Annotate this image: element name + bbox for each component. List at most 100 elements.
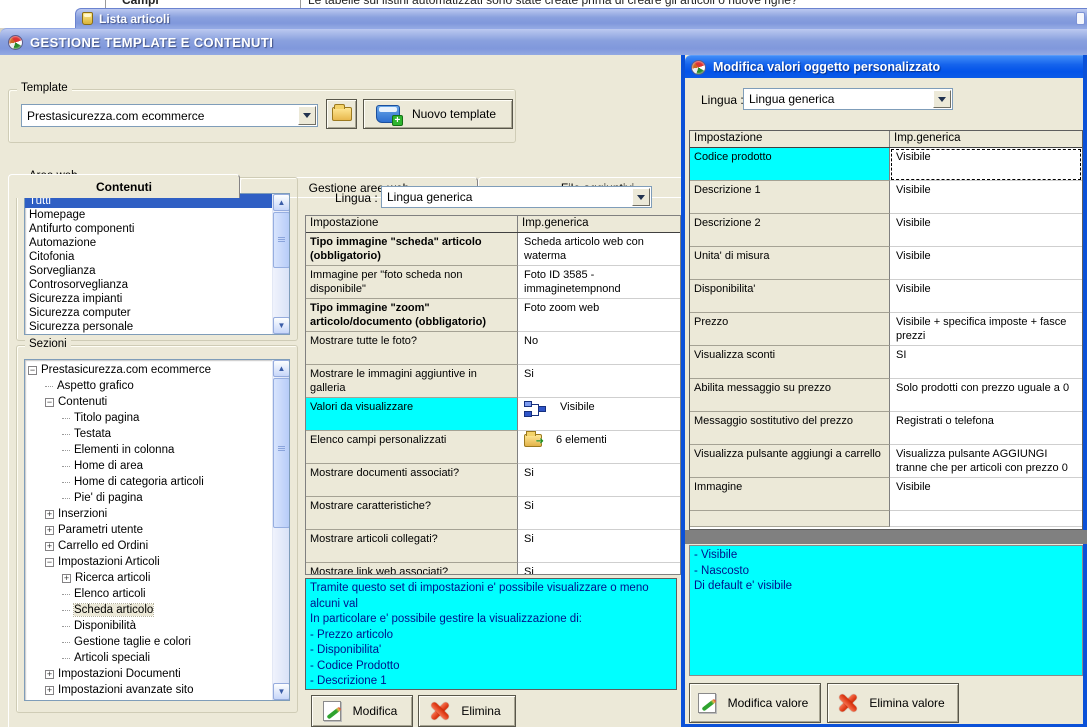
grid-row[interactable]: Mostrare articoli collegati? Si [306, 530, 680, 563]
sezioni-tree-items: − Prestasicurezza.com ecommerce Aspetto gr… [25, 360, 272, 700]
tab-contenuti[interactable]: Contenuti [8, 174, 240, 198]
tree-item[interactable]: + Impostazioni avanzate sito [28, 682, 272, 698]
grid-row[interactable]: Prezzo Visibile + specifica imposte + fas… [690, 313, 1082, 346]
modifica-button[interactable]: Modifica [311, 695, 413, 727]
list-item[interactable]: Automazione [25, 236, 272, 250]
tree-item[interactable]: + Carrello ed Ordini [28, 538, 272, 554]
scroll-up-icon[interactable]: ▲ [273, 360, 289, 377]
grid-row[interactable]: Mostrare documenti associati? Si [306, 464, 680, 497]
lingua-combo[interactable]: Lingua generica [381, 186, 652, 208]
tree-item[interactable]: + Impostazioni Documenti [28, 666, 272, 682]
grid-row[interactable]: Tipo immagine "scheda" articolo (obbliga… [306, 233, 680, 266]
grid-row[interactable]: Tipo immagine "zoom" articolo/documento … [306, 299, 680, 332]
list-item[interactable]: Controsorveglianza [25, 278, 272, 292]
grid-row[interactable] [690, 511, 1082, 527]
tree-connector [62, 497, 70, 499]
expand-plus-icon[interactable]: + [45, 669, 54, 679]
scroll-down-icon[interactable]: ▼ [273, 683, 289, 700]
grid-row[interactable]: Visualizza sconti SI [690, 346, 1082, 379]
grid-cell-value: Visibile + specifica imposte + fasce pre… [890, 313, 1082, 346]
list-item[interactable]: Sicurezza computer [25, 306, 272, 320]
grid-row[interactable]: Visualizza pulsante aggiungi a carrello V… [690, 445, 1082, 478]
lingua-combo-arrow-icon[interactable] [632, 188, 650, 206]
grid-row[interactable]: Descrizione 2 Visibile [690, 214, 1082, 247]
tree-item[interactable]: + Inserzioni [28, 506, 272, 522]
collapse-minus-icon[interactable]: − [45, 397, 54, 407]
template-combo-arrow-icon[interactable] [298, 106, 316, 125]
grid-row[interactable]: Valori da visualizzare Visibile [306, 398, 680, 431]
tree-item[interactable]: Home di categoria articoli [28, 474, 272, 490]
dialog-lingua-combo[interactable]: Lingua generica [743, 88, 953, 110]
new-template-button[interactable]: + Nuovo template [363, 99, 513, 129]
tree-item[interactable]: Elementi in colonna [28, 442, 272, 458]
tree-item[interactable]: − Prestasicurezza.com ecommerce [28, 362, 272, 378]
tree-item[interactable]: Aspetto grafico [28, 378, 272, 394]
grid-row[interactable]: Disponibilita' Visibile [690, 280, 1082, 313]
tree-item[interactable]: Elenco articoli [28, 586, 272, 602]
list-item[interactable]: Sicurezza impianti [25, 292, 272, 306]
expand-plus-icon[interactable]: + [45, 525, 54, 535]
tree-item[interactable]: Testata [28, 426, 272, 442]
list-item[interactable]: Homepage [25, 208, 272, 222]
tree-item[interactable]: Gestione taglie e colori [28, 634, 272, 650]
tree-item[interactable]: − Impostazioni Articoli [28, 554, 272, 570]
expand-plus-icon[interactable]: + [45, 685, 54, 695]
collapse-minus-icon[interactable]: − [28, 365, 37, 375]
tree-item[interactable]: Pie' di pagina [28, 490, 272, 506]
template-combo[interactable]: Prestasicurezza.com ecommerce [21, 104, 318, 127]
list-item[interactable]: Antifurto componenti [25, 222, 272, 236]
grid-row[interactable]: Messaggio sostitutivo del prezzo Registra… [690, 412, 1082, 445]
tree-item-label: Prestasicurezza.com ecommerce [41, 364, 211, 376]
lista-articoli-titlebar[interactable]: Lista articoli [75, 8, 1087, 28]
aree-web-listbox[interactable]: Tutti Homepage Antifurto componenti Automaz… [24, 193, 290, 335]
window-button-sliver[interactable] [1076, 12, 1085, 25]
expand-plus-icon[interactable]: + [62, 573, 71, 583]
list-item[interactable]: Citofonia [25, 250, 272, 264]
lingua-combo-value: Lingua generica [387, 190, 473, 204]
tree-item[interactable]: +Messaggi automatici dell'email [28, 698, 272, 700]
grid-row[interactable]: Unita' di misura Visibile [690, 247, 1082, 280]
grid-row[interactable]: Codice prodotto Visibile [690, 148, 1082, 181]
dialog-titlebar[interactable]: Modifica valori oggetto personalizzato [685, 55, 1083, 78]
expand-plus-icon[interactable]: + [45, 541, 54, 551]
collapse-minus-icon[interactable]: − [45, 557, 54, 567]
scroll-thumb[interactable] [273, 378, 289, 528]
grid-row[interactable]: Mostrare le immagini aggiuntive in galle… [306, 365, 680, 398]
aree-web-scrollbar[interactable]: ▲ ▼ [272, 194, 289, 334]
grid-row[interactable]: Elenco campi personalizzati 6 elementi [306, 431, 680, 464]
grid-header-impgenerica: Imp.generica [522, 217, 589, 229]
grid-cell-value [890, 511, 1082, 527]
grid-row[interactable]: Descrizione 1 Visibile [690, 181, 1082, 214]
dialog-lingua-arrow-icon[interactable] [933, 90, 951, 108]
scroll-thumb[interactable] [273, 212, 289, 268]
list-item[interactable]: Sorveglianza [25, 264, 272, 278]
grid-row[interactable]: Immagine per "foto scheda non disponibil… [306, 266, 680, 299]
tree-item[interactable]: Home di area [28, 458, 272, 474]
tree-item[interactable]: Scheda articolo [28, 602, 272, 618]
tree-item[interactable]: Disponibilità [28, 618, 272, 634]
grid-row[interactable]: Abilita messaggio su prezzo Solo prodotti… [690, 379, 1082, 412]
grid-row[interactable]: Mostrare caratteristiche? Si [306, 497, 680, 530]
tree-item[interactable]: Articoli speciali [28, 650, 272, 666]
grid-cell-name: Codice prodotto [690, 148, 890, 181]
elimina-button[interactable]: Elimina [418, 695, 516, 727]
list-item[interactable]: Sicurezza personale [25, 320, 272, 334]
sezioni-scrollbar[interactable]: ▲ ▼ [272, 360, 289, 700]
open-folder-button[interactable] [326, 99, 357, 129]
tree-item[interactable]: Titolo pagina [28, 410, 272, 426]
elimina-valore-button[interactable]: Elimina valore [827, 683, 959, 723]
grid-row[interactable]: Mostrare tutte le foto? No [306, 332, 680, 365]
tree-item[interactable]: + Ricerca articoli [28, 570, 272, 586]
scroll-up-icon[interactable]: ▲ [273, 194, 289, 211]
main-titlebar[interactable]: GESTIONE TEMPLATE E CONTENUTI [0, 28, 1087, 55]
grid-row[interactable]: Immagine Visibile [690, 478, 1082, 511]
tree-item-label: Scheda articolo [72, 603, 155, 617]
tree-item[interactable]: + Parametri utente [28, 522, 272, 538]
expand-plus-icon[interactable]: + [45, 509, 54, 519]
grid-row[interactable]: Mostrare link web associati? Si [306, 563, 680, 574]
sezioni-treeview[interactable]: − Prestasicurezza.com ecommerce Aspetto gr… [24, 359, 290, 701]
modifica-valore-button[interactable]: Modifica valore [689, 683, 821, 723]
scroll-down-icon[interactable]: ▼ [273, 317, 289, 334]
lingua-label: Lingua : [335, 191, 378, 205]
tree-item[interactable]: − Contenuti [28, 394, 272, 410]
